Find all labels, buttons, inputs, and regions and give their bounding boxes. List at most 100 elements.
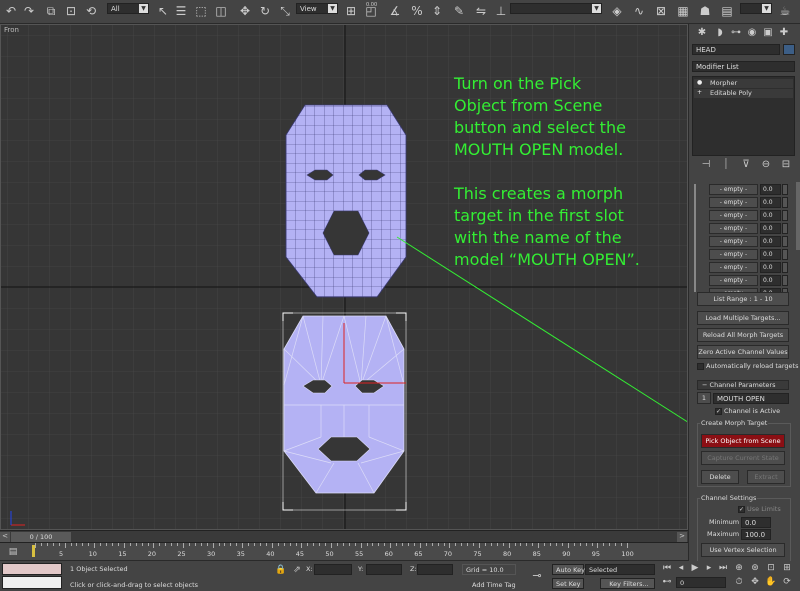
- channel-slot-value[interactable]: 0.0: [760, 210, 781, 221]
- set-key-button[interactable]: Set Key: [552, 578, 584, 589]
- zoom-all-icon[interactable]: ⊛: [748, 561, 762, 575]
- lightbulb-icon[interactable]: ●: [697, 79, 702, 86]
- spinner-icon[interactable]: [782, 210, 788, 221]
- track-bar[interactable]: ▤ 5 10 15 20 25 30 35 40 45 50 55 60 65 70 75 80 85 90 95 1…: [0, 542, 688, 560]
- zero-active-channel-values-button[interactable]: Zero Active Channel Values: [697, 345, 789, 359]
- create-tab-icon[interactable]: ✱: [695, 26, 709, 40]
- remove-modifier-icon[interactable]: ⊖: [759, 158, 773, 172]
- channel-slot-button[interactable]: - empty -: [709, 249, 758, 260]
- render-production-icon[interactable]: ☕: [778, 4, 792, 18]
- spinner-icon[interactable]: [782, 262, 788, 273]
- zoom-icon[interactable]: ⊕: [732, 561, 746, 575]
- z-coordinate-field[interactable]: [417, 564, 453, 575]
- key-mode-dropdown[interactable]: Selected: [585, 564, 655, 575]
- pan-view-icon[interactable]: ✋: [764, 575, 778, 589]
- angle-snap-icon[interactable]: ∡: [388, 4, 402, 18]
- maximum-field[interactable]: 100.0: [741, 529, 771, 540]
- time-slider-thumb[interactable]: 0 / 100: [11, 532, 71, 542]
- mini-curve-editor-icon[interactable]: ▤: [6, 545, 20, 559]
- use-vertex-selection-button[interactable]: Use Vertex Selection: [701, 543, 785, 557]
- stack-item-editable-poly[interactable]: Editable Poly: [694, 89, 793, 98]
- previous-frame-icon[interactable]: ◂: [674, 561, 688, 575]
- channel-slot[interactable]: - empty -0.0: [709, 197, 788, 208]
- align-icon[interactable]: ⊥: [494, 4, 508, 18]
- channel-slot-value[interactable]: 0.0: [760, 197, 781, 208]
- material-editor-icon[interactable]: ▦: [676, 4, 690, 18]
- utilities-tab-icon[interactable]: ✚: [777, 26, 791, 40]
- zoom-extents-icon[interactable]: ⊡: [764, 561, 778, 575]
- show-end-result-icon[interactable]: ⏐: [719, 158, 733, 172]
- expand-plus-icon[interactable]: +: [697, 89, 702, 96]
- list-range-button[interactable]: List Range : 1 - 10: [697, 292, 789, 306]
- make-unique-icon[interactable]: ⊽: [739, 158, 753, 172]
- auto-reload-checkbox[interactable]: [697, 363, 704, 370]
- reload-all-morph-targets-button[interactable]: Reload All Morph Targets: [697, 328, 789, 342]
- capture-current-state-button[interactable]: Capture Current State: [701, 451, 785, 465]
- modify-tab-icon[interactable]: ◗: [713, 26, 727, 40]
- select-by-name-icon[interactable]: ☰: [174, 4, 188, 18]
- spinner-snap-icon[interactable]: ⇕: [430, 4, 444, 18]
- select-scale-icon[interactable]: ⤡: [278, 4, 292, 18]
- time-slider-prev-icon[interactable]: <: [0, 532, 10, 542]
- hierarchy-tab-icon[interactable]: ⊶: [729, 26, 743, 40]
- orbit-icon[interactable]: ⟳: [780, 575, 794, 589]
- go-to-start-icon[interactable]: ⏮: [660, 561, 674, 575]
- absolute-mode-icon[interactable]: ⇗: [290, 563, 304, 577]
- channel-slot-value[interactable]: 0.0: [760, 184, 781, 195]
- select-rotate-icon[interactable]: ↻: [258, 4, 272, 18]
- reference-coordinate-dropdown[interactable]: View ▼: [296, 3, 338, 14]
- y-coordinate-field[interactable]: [366, 564, 402, 575]
- spinner-icon[interactable]: [782, 223, 788, 234]
- object-name-field[interactable]: HEAD: [692, 44, 780, 55]
- window-crossing-icon[interactable]: ◫: [214, 4, 228, 18]
- object-color-swatch[interactable]: [783, 44, 795, 55]
- stack-item-morpher[interactable]: Morpher: [694, 79, 793, 88]
- configure-sets-icon[interactable]: ⊟: [779, 158, 793, 172]
- channel-slot-value[interactable]: 0.0: [760, 223, 781, 234]
- select-move-icon[interactable]: ✥: [238, 4, 252, 18]
- rectangular-selection-icon[interactable]: ⬚: [194, 4, 208, 18]
- selection-lock-icon[interactable]: 🔒: [274, 563, 288, 577]
- extract-button[interactable]: Extract: [747, 470, 785, 484]
- layer-manager-icon[interactable]: ◈: [610, 4, 624, 18]
- field-of-view-icon[interactable]: ✥: [748, 575, 762, 589]
- snap-toggle-icon[interactable]: ◰: [364, 4, 378, 18]
- next-frame-icon[interactable]: ▸: [702, 561, 716, 575]
- modifier-list-dropdown[interactable]: Modifier List: [692, 61, 795, 72]
- unlink-icon[interactable]: ⊡: [64, 4, 78, 18]
- maxscript-listener-mini[interactable]: [2, 563, 62, 575]
- link-icon[interactable]: ⧉: [44, 4, 58, 18]
- viewport-label[interactable]: Fron: [4, 26, 19, 34]
- channel-name-field[interactable]: MOUTH OPEN: [713, 393, 789, 404]
- named-selection-sets-dropdown[interactable]: ▼: [510, 3, 602, 14]
- use-limits-checkbox[interactable]: ✓: [738, 506, 745, 513]
- mouth-open-model[interactable]: [285, 104, 407, 298]
- select-object-icon[interactable]: ↖: [156, 4, 170, 18]
- pivot-center-icon[interactable]: ⊞: [344, 4, 358, 18]
- channel-slot-button[interactable]: - empty -: [709, 262, 758, 273]
- spinner-icon[interactable]: [782, 249, 788, 260]
- channel-slot[interactable]: - empty -0.0: [709, 275, 788, 286]
- channel-slot[interactable]: - empty -0.0: [709, 184, 788, 195]
- channel-slot-value[interactable]: 0.0: [760, 275, 781, 286]
- key-filters-button[interactable]: Key Filters...: [600, 578, 655, 589]
- delete-button[interactable]: Delete: [701, 470, 739, 484]
- bind-spacewarp-icon[interactable]: ⟲: [84, 4, 98, 18]
- channel-slot-button[interactable]: - empty -: [709, 184, 758, 195]
- schematic-view-icon[interactable]: ⊠: [654, 4, 668, 18]
- go-to-end-icon[interactable]: ⏭: [716, 561, 730, 575]
- play-icon[interactable]: ▶: [688, 561, 702, 575]
- panel-scrollbar[interactable]: [796, 182, 800, 250]
- minimum-field[interactable]: 0.0: [741, 517, 771, 528]
- channel-number-button[interactable]: 1: [697, 392, 711, 404]
- channel-slot-button[interactable]: - empty -: [709, 275, 758, 286]
- edit-named-selection-icon[interactable]: ✎: [452, 4, 466, 18]
- mirror-icon[interactable]: ⇋: [474, 4, 488, 18]
- channel-active-checkbox[interactable]: ✓: [715, 408, 722, 415]
- pin-stack-icon[interactable]: ⊣: [699, 158, 713, 172]
- channel-slot-button[interactable]: - empty -: [709, 210, 758, 221]
- zoom-extents-all-icon[interactable]: ⊞: [780, 561, 794, 575]
- motion-tab-icon[interactable]: ◉: [745, 26, 759, 40]
- channel-slot[interactable]: - empty -0.0: [709, 249, 788, 260]
- pick-object-from-scene-button[interactable]: Pick Object from Scene: [701, 434, 785, 448]
